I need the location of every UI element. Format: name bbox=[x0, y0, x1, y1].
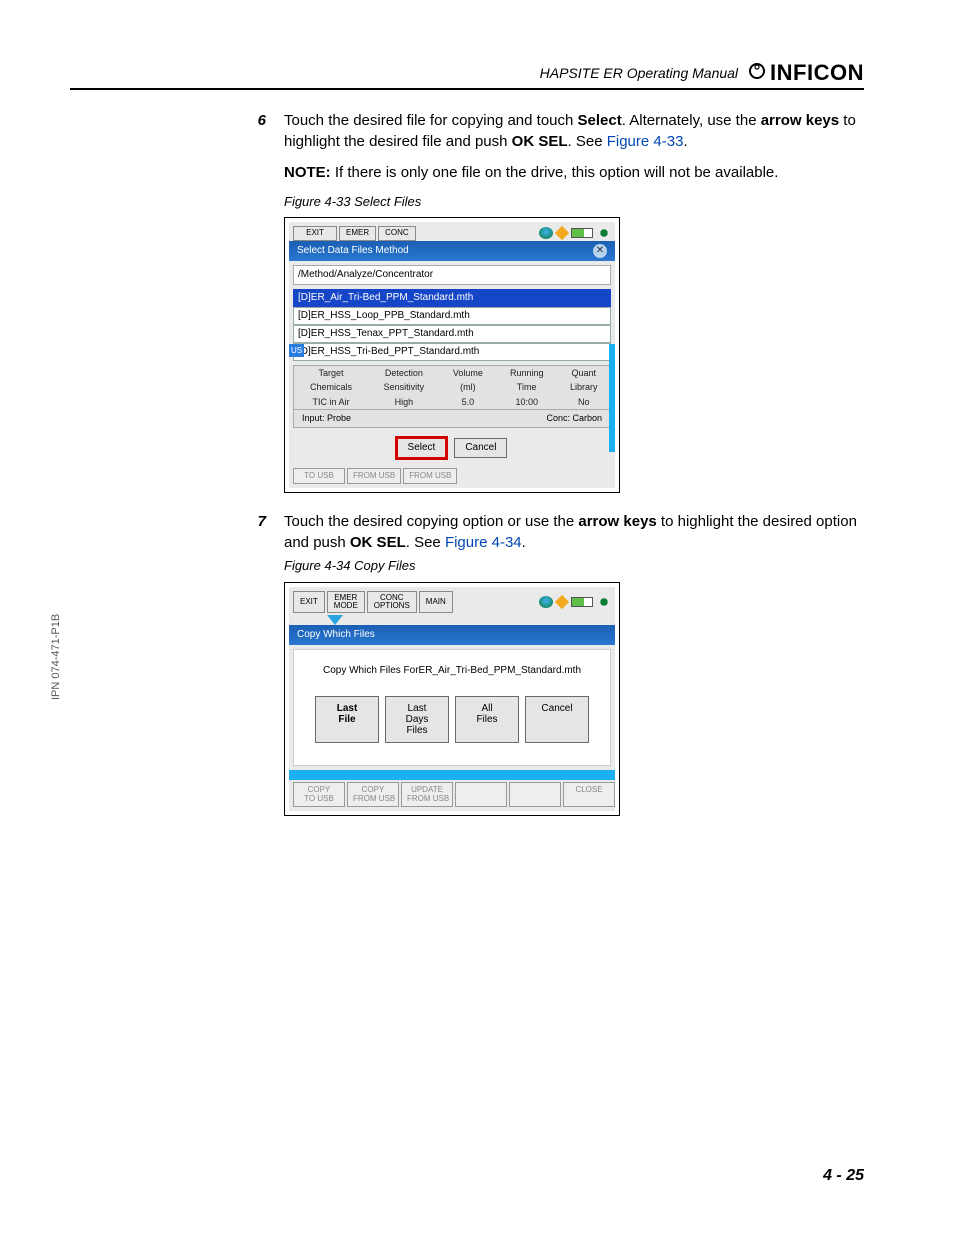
bottom-tab-empty bbox=[509, 782, 561, 807]
side-code: IPN 074-471-P1B bbox=[50, 614, 62, 700]
bottom-tab-update-from-usb[interactable]: UPDATE FROM USB bbox=[401, 782, 453, 807]
text: Touch the desired file for copying and t… bbox=[284, 112, 578, 129]
help-icon[interactable] bbox=[539, 596, 553, 608]
tab-exit[interactable]: EXIT bbox=[293, 591, 325, 614]
help-icon[interactable] bbox=[539, 227, 553, 239]
page-number: 4 - 25 bbox=[823, 1167, 864, 1185]
file-item-selected[interactable]: [D]ER_Air_Tri-Bed_PPM_Standard.mth bbox=[293, 289, 611, 307]
brand-icon bbox=[748, 62, 766, 86]
col-h: Running bbox=[496, 366, 557, 381]
step-7-body: Touch the desired copying option or use … bbox=[284, 511, 864, 816]
figure-33-caption: Figure 4-33 Select Files bbox=[284, 193, 864, 211]
last-days-files-button[interactable]: Last Days Files bbox=[385, 696, 449, 743]
bottom-tab-close[interactable]: CLOSE bbox=[563, 782, 615, 807]
bottom-tab-from-usb-2[interactable]: FROM USB bbox=[403, 468, 457, 484]
details-panel: Target Detection Volume Running Quant Ch… bbox=[293, 365, 611, 428]
copy-prompt: Copy Which Files ForER_Air_Tri-Bed_PPM_S… bbox=[298, 658, 606, 696]
col-v: No bbox=[557, 395, 610, 410]
file-item[interactable]: [D]ER_HSS_Tri-Bed_PPT_Standard.mth bbox=[293, 343, 611, 361]
brand-logo-group: INFICON bbox=[748, 60, 864, 86]
text: . Alternately, use the bbox=[622, 112, 761, 129]
col-h2: Chemicals bbox=[294, 380, 368, 395]
cancel-button[interactable]: Cancel bbox=[525, 696, 589, 743]
col-h: Target bbox=[294, 366, 368, 381]
figure-link[interactable]: Figure 4-33 bbox=[607, 133, 684, 150]
step-6-number: 6 bbox=[250, 110, 266, 493]
note-body: If there is only one file on the drive, … bbox=[331, 164, 779, 181]
text: . See bbox=[568, 133, 607, 150]
file-list: [D]ER_Air_Tri-Bed_PPM_Standard.mth [D]ER… bbox=[293, 289, 611, 361]
status-icon bbox=[597, 596, 611, 608]
all-files-button[interactable]: All Files bbox=[455, 696, 519, 743]
bottom-tab-to-usb[interactable]: TO USB bbox=[293, 468, 345, 484]
path-field[interactable]: /Method/Analyze/Concentrator bbox=[293, 265, 611, 285]
bottom-tab-empty bbox=[455, 782, 507, 807]
brand-name: INFICON bbox=[770, 60, 864, 86]
col-h2: (ml) bbox=[440, 380, 496, 395]
dialog-title: Copy Which Files bbox=[297, 628, 375, 642]
bottom-tab-from-usb[interactable]: FROM USB bbox=[347, 468, 401, 484]
tab-main[interactable]: MAIN bbox=[419, 591, 453, 614]
bottom-tab-copy-to-usb[interactable]: COPY TO USB bbox=[293, 782, 345, 807]
file-item[interactable]: [D]ER_HSS_Tenax_PPT_Standard.mth bbox=[293, 325, 611, 343]
col-v: High bbox=[368, 395, 440, 410]
connector-icon bbox=[289, 615, 615, 625]
dialog-title-bar: Select Data Files Method ✕ bbox=[289, 241, 615, 261]
text: . bbox=[522, 534, 526, 551]
foot-right: Conc: Carbon bbox=[546, 412, 602, 425]
dialog-title: Select Data Files Method bbox=[297, 244, 409, 258]
bottom-tab-copy-from-usb[interactable]: COPY FROM USB bbox=[347, 782, 399, 807]
text-bold: OK SEL bbox=[350, 534, 406, 551]
cancel-button[interactable]: Cancel bbox=[454, 438, 507, 458]
info-icon[interactable] bbox=[555, 595, 569, 609]
note-lead: NOTE: bbox=[284, 164, 331, 181]
col-h: Volume bbox=[440, 366, 496, 381]
col-h2: Time bbox=[496, 380, 557, 395]
figure-link[interactable]: Figure 4-34 bbox=[445, 534, 522, 551]
manual-title: HAPSITE ER Operating Manual bbox=[540, 65, 738, 81]
dialog-title-bar: Copy Which Files bbox=[289, 625, 615, 645]
col-h2: Library bbox=[557, 380, 610, 395]
text: Touch the desired copying option or use … bbox=[284, 513, 578, 530]
text-bold: arrow keys bbox=[578, 513, 656, 530]
text-bold: Select bbox=[578, 112, 622, 129]
tab-conc[interactable]: CONC bbox=[378, 226, 416, 240]
text-bold: OK SEL bbox=[512, 133, 568, 150]
progress-bar bbox=[289, 770, 615, 780]
col-v: TIC in Air bbox=[294, 395, 368, 410]
tab-emer-mode[interactable]: EMER MODE bbox=[327, 591, 365, 614]
tab-conc-options[interactable]: CONC OPTIONS bbox=[367, 591, 417, 614]
figure-33: EXIT EMER CONC Select Data Files M bbox=[284, 217, 620, 493]
text: . bbox=[683, 133, 687, 150]
file-item[interactable]: [D]ER_HSS_Loop_PPB_Standard.mth bbox=[293, 307, 611, 325]
foot-left: Input: Probe bbox=[302, 412, 351, 425]
last-file-button[interactable]: Last File bbox=[315, 696, 379, 743]
battery-icon bbox=[571, 228, 593, 238]
scrollbar[interactable] bbox=[609, 344, 615, 452]
battery-icon bbox=[571, 597, 593, 607]
figure-34: EXIT EMER MODE CONC OPTIONS MAIN bbox=[284, 582, 620, 817]
step-7-number: 7 bbox=[250, 511, 266, 816]
col-v: 10:00 bbox=[496, 395, 557, 410]
col-h2: Sensitivity bbox=[368, 380, 440, 395]
header-rule bbox=[70, 88, 864, 90]
close-icon[interactable]: ✕ bbox=[593, 244, 607, 258]
side-tag: US bbox=[289, 344, 304, 357]
select-button[interactable]: Select bbox=[397, 438, 447, 458]
tab-emer[interactable]: EMER bbox=[339, 226, 376, 240]
col-h: Detection bbox=[368, 366, 440, 381]
figure-34-caption: Figure 4-34 Copy Files bbox=[284, 557, 864, 575]
info-icon[interactable] bbox=[555, 226, 569, 240]
text: . See bbox=[406, 534, 445, 551]
col-v: 5.0 bbox=[440, 395, 496, 410]
status-icon bbox=[597, 227, 611, 239]
text-bold: arrow keys bbox=[761, 112, 839, 129]
step-6-body: Touch the desired file for copying and t… bbox=[284, 110, 864, 493]
tab-exit[interactable]: EXIT bbox=[293, 226, 337, 240]
col-h: Quant bbox=[557, 366, 610, 381]
